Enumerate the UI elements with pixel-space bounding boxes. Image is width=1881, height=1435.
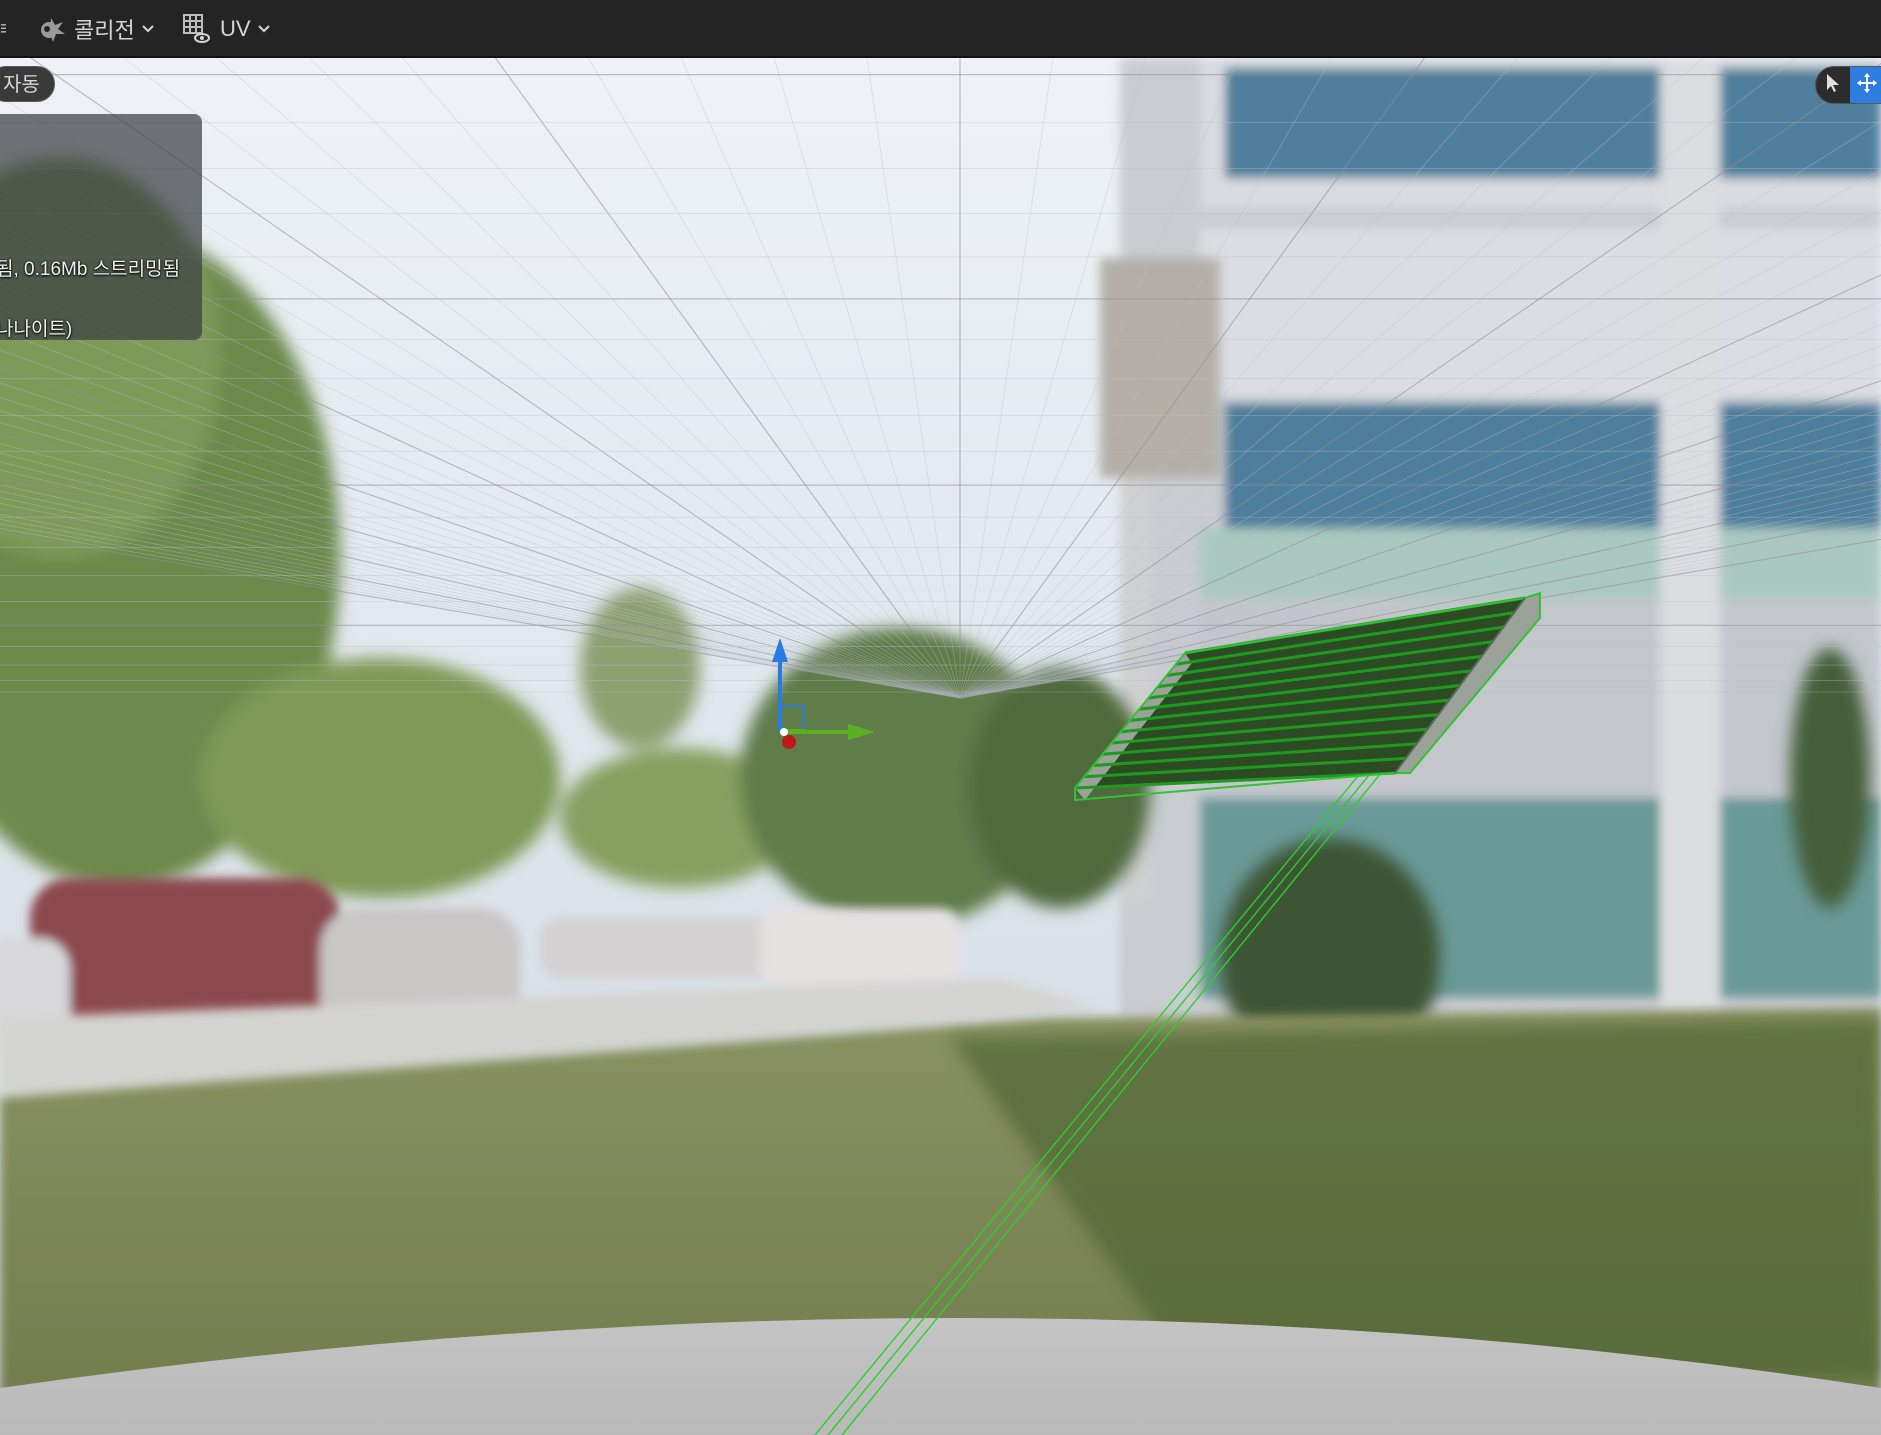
chevron-down-icon xyxy=(257,24,271,34)
cursor-icon xyxy=(1825,73,1841,98)
stats-streaming-text: 됨, 0.16Mb 스트리밍됨 xyxy=(0,259,181,280)
move-arrows-icon xyxy=(1856,72,1878,99)
menu-edge-icon[interactable]: ≡ xyxy=(0,14,6,44)
uv-label: UV xyxy=(220,16,251,41)
scene-render xyxy=(0,58,1881,1435)
background-building xyxy=(1100,58,1881,1018)
viewport-tool-toggle xyxy=(1815,66,1881,104)
stats-panel: 됨, 0.16Mb 스트리밍됨 나나이트) xyxy=(0,114,202,340)
uv-grid-icon xyxy=(182,13,212,45)
chevron-down-icon xyxy=(141,24,155,34)
select-tool-button[interactable] xyxy=(1816,67,1850,103)
uv-dropdown[interactable]: UV xyxy=(182,8,271,50)
move-tool-button[interactable] xyxy=(1850,67,1881,103)
collision-dropdown[interactable]: 콜리전 xyxy=(36,8,155,50)
view-mode-pill[interactable]: 자동 xyxy=(0,66,55,102)
stats-nanite-text: 나나이트) xyxy=(0,319,73,340)
viewport-toolbar: ≡ 콜리전 UV xyxy=(0,0,1881,58)
collision-label: 콜리전 xyxy=(74,18,135,43)
3d-viewport[interactable]: 자동 됨, 0.16Mb 스트리밍됨 나나이트) xyxy=(0,58,1881,1435)
collision-icon xyxy=(36,14,66,44)
